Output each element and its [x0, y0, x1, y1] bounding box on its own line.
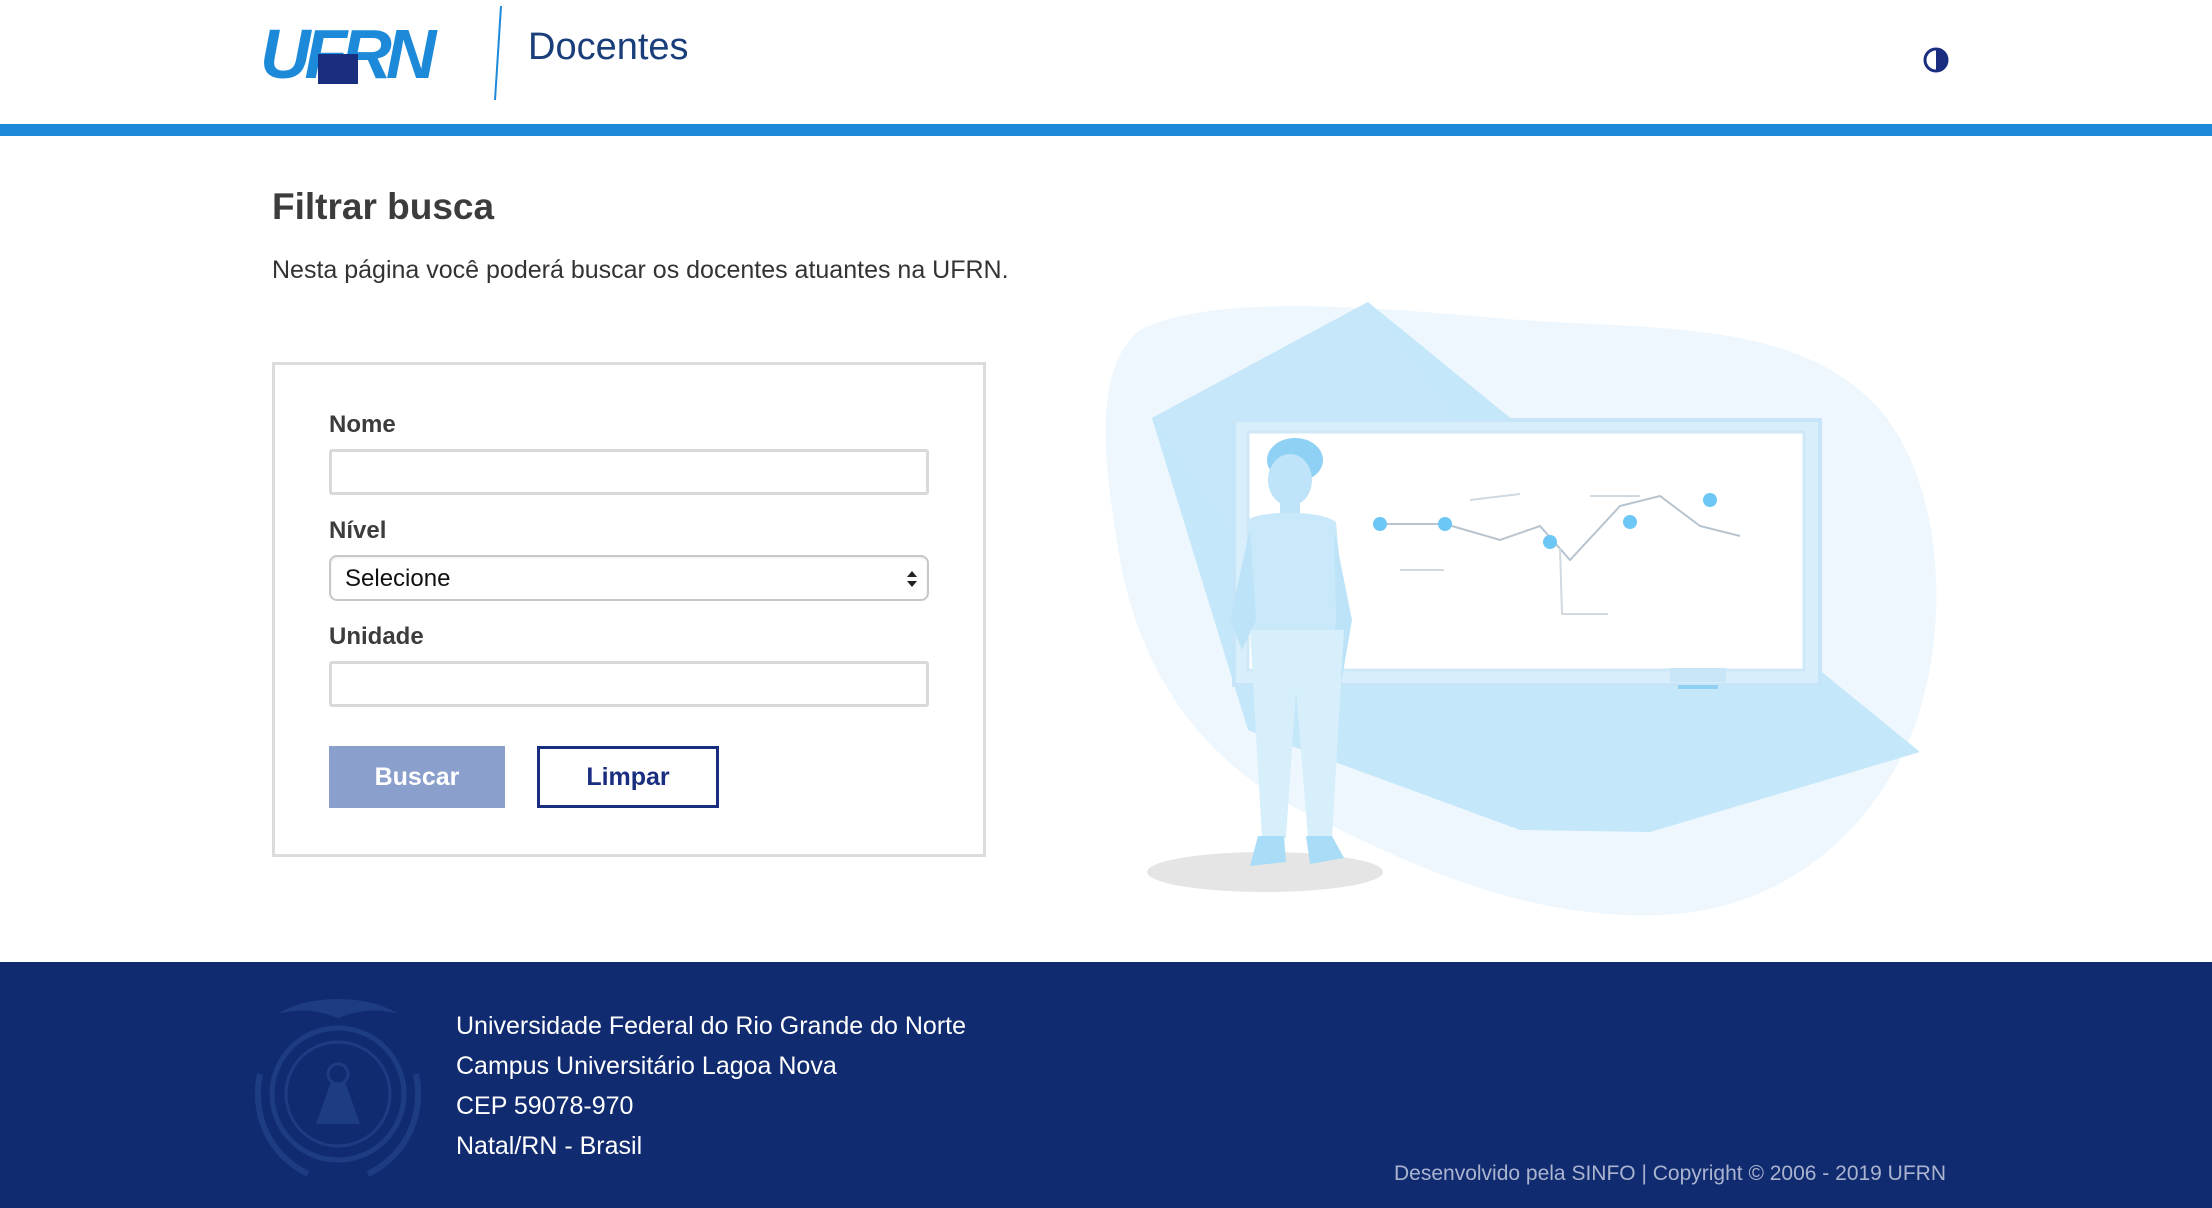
nome-input[interactable] — [329, 449, 929, 495]
nome-label: Nome — [329, 411, 396, 438]
select-arrows-icon — [907, 571, 917, 587]
footer-city: Natal/RN - Brasil — [456, 1132, 643, 1160]
unidade-input[interactable] — [329, 661, 929, 707]
teacher-illustration — [1105, 302, 1937, 916]
ufrn-logo[interactable]: UFRN — [260, 22, 475, 86]
footer-university: Universidade Federal do Rio Grande do No… — [456, 1012, 966, 1040]
header-divider — [494, 6, 502, 100]
ufrn-seal-icon — [255, 999, 421, 1177]
app-title: Docentes — [528, 26, 689, 68]
footer-cep: CEP 59078-970 — [456, 1092, 634, 1120]
unidade-label: Unidade — [329, 623, 424, 650]
site-footer: Universidade Federal do Rio Grande do No… — [0, 962, 2212, 1208]
nivel-select[interactable]: Selecione — [329, 555, 929, 601]
nivel-label: Nível — [329, 517, 387, 544]
contrast-icon[interactable] — [1922, 46, 1950, 74]
nivel-select-value: Selecione — [345, 565, 451, 592]
footer-campus: Campus Universitário Lagoa Nova — [456, 1052, 837, 1080]
buscar-button[interactable]: Buscar — [329, 746, 505, 808]
header-accent-bar — [0, 124, 2212, 136]
page-title: Filtrar busca — [272, 186, 495, 227]
footer-copyright: Desenvolvido pela SINFO | Copyright © 20… — [1394, 1162, 1947, 1185]
limpar-button[interactable]: Limpar — [537, 746, 719, 808]
site-header: UFRN Docentes — [0, 0, 2212, 124]
search-form: Nome Nível Selecione Unidade Buscar Limp… — [272, 362, 986, 857]
page-description: Nesta página você poderá buscar os docen… — [272, 256, 1009, 284]
